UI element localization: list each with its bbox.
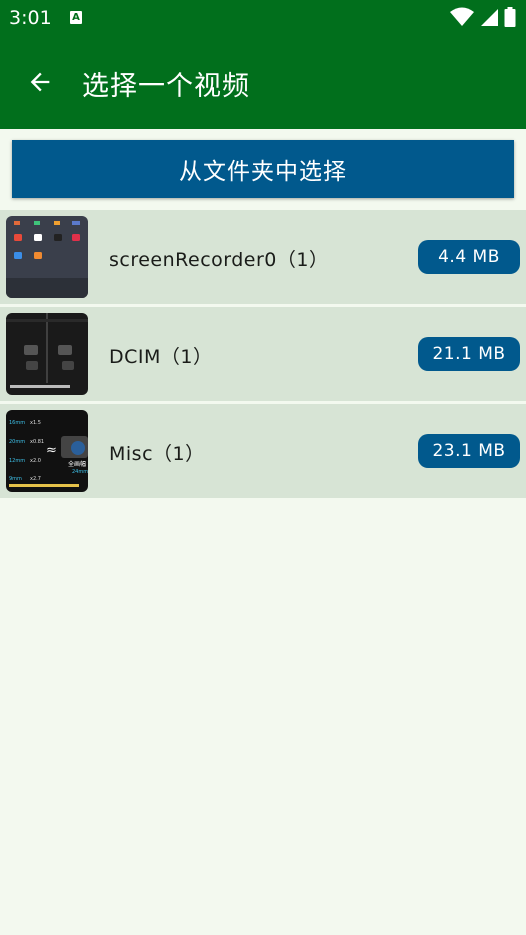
battery-icon (504, 7, 516, 27)
size-badge: 4.4 MB (418, 240, 520, 274)
thumb-label: 24mm (72, 469, 88, 475)
status-icons (449, 7, 516, 27)
status-time: 3:01 (9, 7, 52, 29)
folder-name: DCIM（1） (109, 346, 213, 368)
video-thumbnail (6, 313, 88, 395)
thumb-label: 9mm (9, 476, 22, 482)
thumb-label: 全画幅 (68, 460, 86, 468)
arrow-left-icon (30, 72, 50, 92)
folder-list: screenRecorder0（1） 4.4 MB DCIM（1） 21.1 M… (0, 210, 526, 501)
thumb-label: x2.0 (30, 458, 41, 464)
status-bar: 3:01 A (0, 0, 526, 36)
thumb-label: 20mm (9, 439, 25, 445)
app-bar: 选择一个视频 (0, 36, 526, 129)
thumb-label: x2.7 (30, 476, 41, 482)
a-icon: A (70, 11, 82, 24)
folder-row-dcim[interactable]: DCIM（1） 21.1 MB (0, 307, 526, 401)
thumb-label: x0.81 (30, 439, 44, 445)
thumb-label: x1.5 (30, 420, 41, 426)
thumb-label: 16mm (9, 420, 25, 426)
svg-text:≈: ≈ (46, 443, 57, 458)
back-button[interactable] (20, 62, 60, 102)
page-title: 选择一个视频 (82, 71, 250, 102)
size-badge: 21.1 MB (418, 337, 520, 371)
video-thumbnail (6, 216, 88, 298)
folder-row-misc[interactable]: 16mm x1.5 20mm x0.81 12mm x2.0 9mm x2.7 … (0, 404, 526, 498)
video-thumbnail: 16mm x1.5 20mm x0.81 12mm x2.0 9mm x2.7 … (6, 410, 88, 492)
choose-from-folder-button[interactable]: 从文件夹中选择 (12, 140, 514, 198)
folder-row-screenrecorder[interactable]: screenRecorder0（1） 4.4 MB (0, 210, 526, 304)
wifi-icon (449, 7, 474, 26)
folder-name: screenRecorder0（1） (109, 249, 329, 271)
signal-icon (480, 9, 498, 26)
thumb-label: 12mm (9, 458, 25, 464)
size-badge: 23.1 MB (418, 434, 520, 468)
folder-name: Misc（1） (109, 443, 205, 465)
